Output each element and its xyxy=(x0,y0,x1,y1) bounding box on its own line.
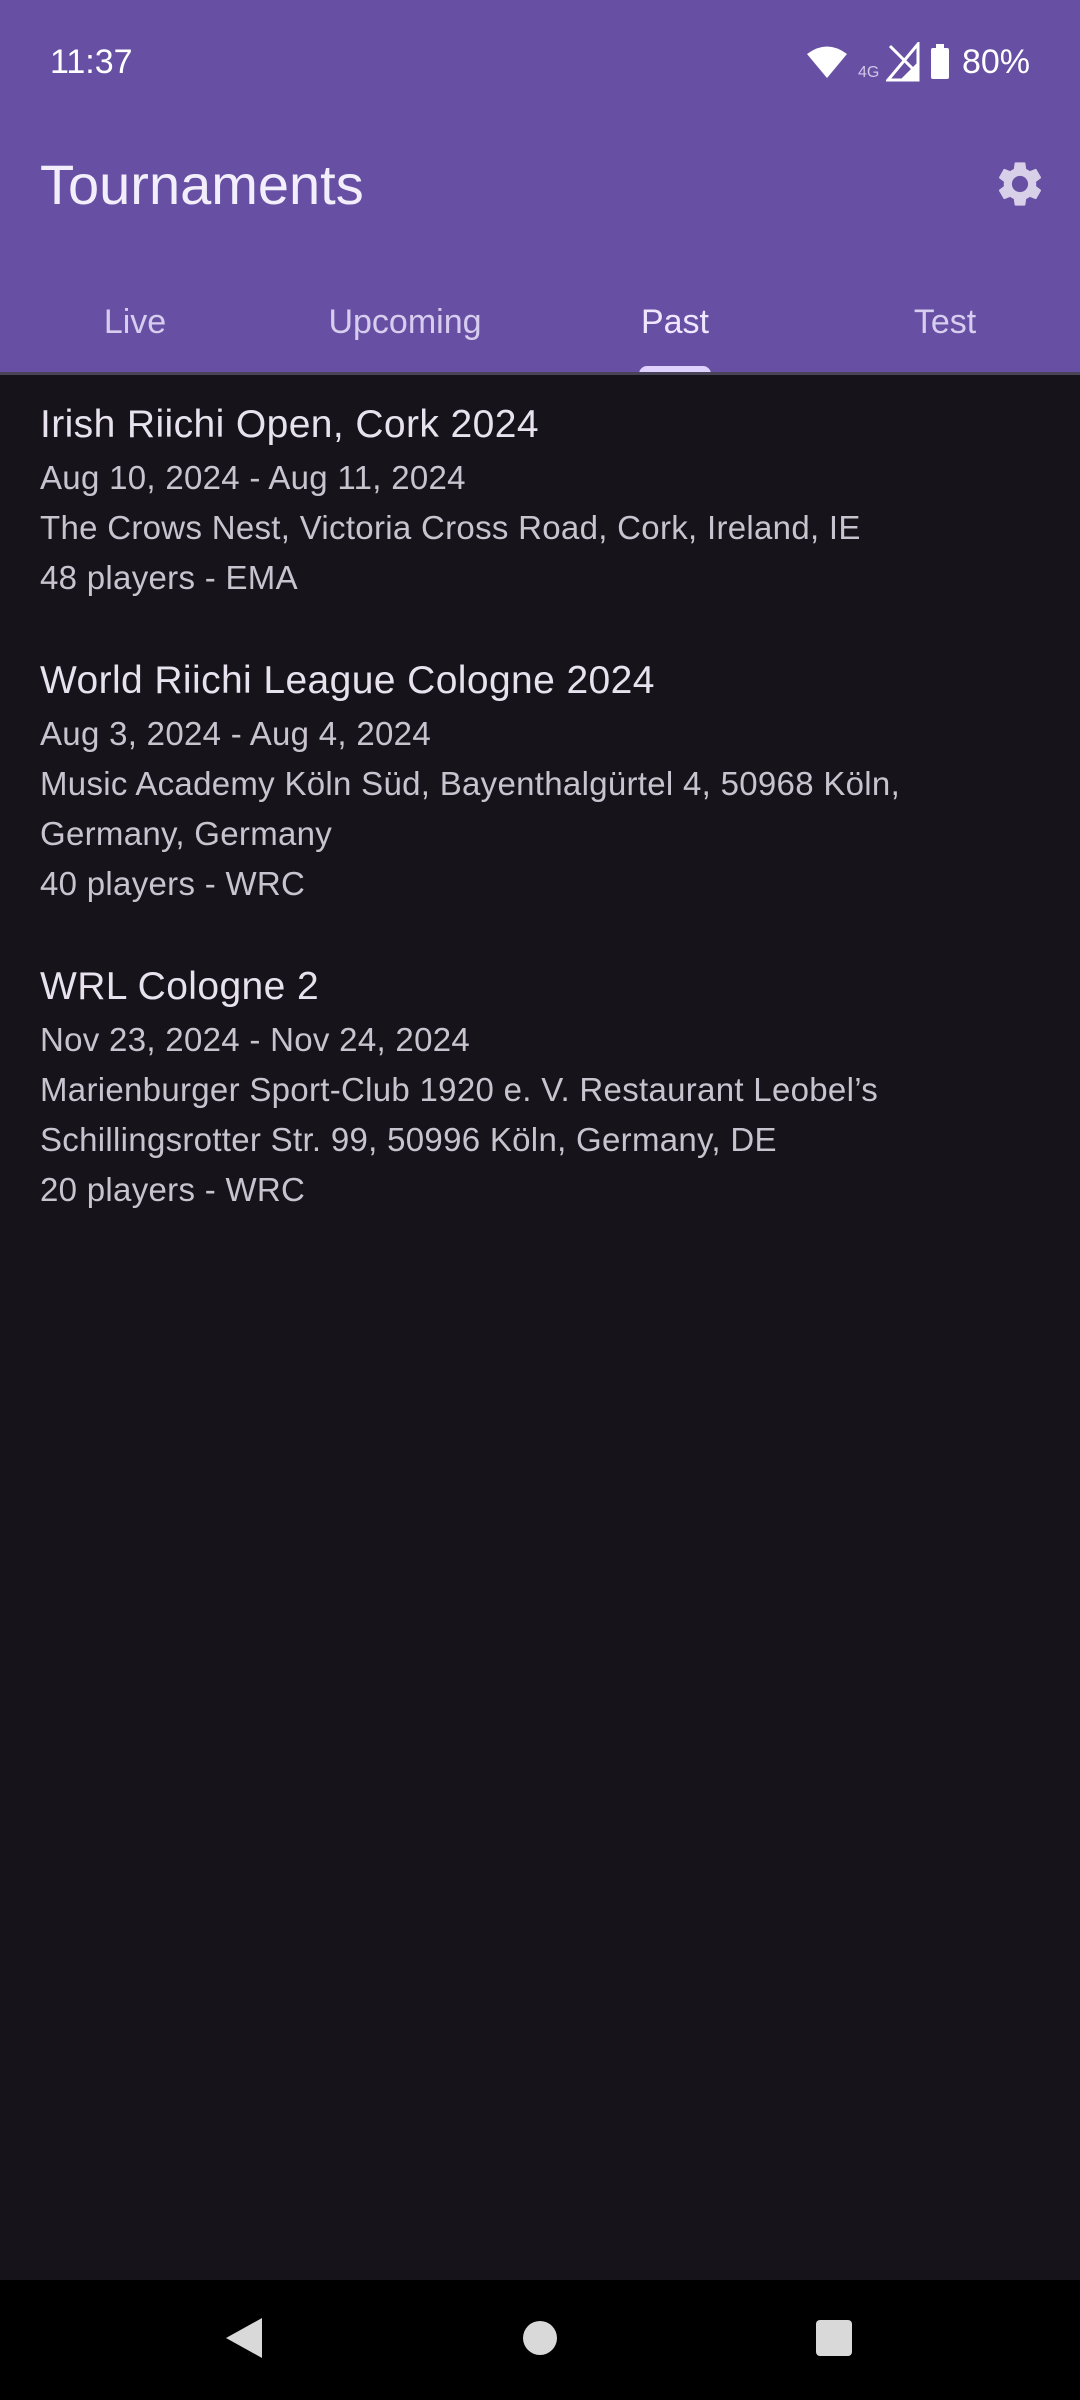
recents-button[interactable] xyxy=(804,2310,864,2370)
tab-label: Upcoming xyxy=(328,302,482,341)
tournament-location: The Crows Nest, Victoria Cross Road, Cor… xyxy=(40,509,861,546)
tournament-dates: Aug 10, 2024 - Aug 11, 2024 xyxy=(40,459,466,496)
tab-label: Past xyxy=(640,302,710,341)
tab-live[interactable]: Live xyxy=(0,270,270,374)
tournament-list: Irish Riichi Open, Cork 2024 Aug 10, 202… xyxy=(0,375,1080,1241)
network-type-label: 4G xyxy=(857,64,880,81)
tournament-item[interactable]: Irish Riichi Open, Cork 2024 Aug 10, 202… xyxy=(0,375,1080,629)
gear-icon xyxy=(993,157,1047,216)
tournament-players: 40 players - WRC xyxy=(40,865,306,902)
home-icon xyxy=(521,2319,559,2362)
settings-button[interactable] xyxy=(984,150,1056,222)
tab-upcoming[interactable]: Upcoming xyxy=(270,270,540,374)
tournament-item[interactable]: WRL Cologne 2 Nov 23, 2024 - Nov 24, 202… xyxy=(0,935,1080,1241)
tournament-location: Music Academy Köln Süd, Bayenthalgürtel … xyxy=(40,765,901,852)
tab-label: Test xyxy=(913,302,977,341)
status-time: 11:37 xyxy=(50,43,133,81)
tournament-name: WRL Cologne 2 xyxy=(40,965,320,1008)
tab-bar: Live Upcoming Past Test xyxy=(0,270,1080,374)
recents-icon xyxy=(815,2319,853,2362)
tournament-location: Marienburger Sport-Club 1920 e. V. Resta… xyxy=(40,1071,879,1158)
wifi-icon xyxy=(806,45,848,79)
status-icons: 4G 80% xyxy=(806,40,1030,84)
back-button[interactable] xyxy=(214,2310,274,2370)
tab-label: Live xyxy=(103,302,167,341)
tournament-item[interactable]: World Riichi League Cologne 2024 Aug 3, … xyxy=(0,629,1080,935)
status-bar: 11:37 4G 80% xyxy=(0,0,1080,126)
tab-past[interactable]: Past xyxy=(540,270,810,374)
battery-icon xyxy=(930,44,950,80)
cell-signal-icon: 4G xyxy=(858,40,920,84)
app-bar: 11:37 4G 80% Tournaments Live Upcoming P… xyxy=(0,0,1080,375)
page-title: Tournaments xyxy=(40,153,364,216)
battery-percent: 80% xyxy=(961,43,1030,81)
tournament-players: 48 players - EMA xyxy=(40,559,298,596)
tab-test[interactable]: Test xyxy=(810,270,1080,374)
tournament-players: 20 players - WRC xyxy=(40,1171,306,1208)
tournament-name: World Riichi League Cologne 2024 xyxy=(40,659,655,702)
back-icon xyxy=(224,2316,264,2365)
home-button[interactable] xyxy=(510,2310,570,2370)
tournament-dates: Nov 23, 2024 - Nov 24, 2024 xyxy=(40,1021,471,1058)
system-nav-bar xyxy=(0,2280,1080,2400)
tournament-name: Irish Riichi Open, Cork 2024 xyxy=(40,403,539,446)
tournament-dates: Aug 3, 2024 - Aug 4, 2024 xyxy=(40,715,431,752)
